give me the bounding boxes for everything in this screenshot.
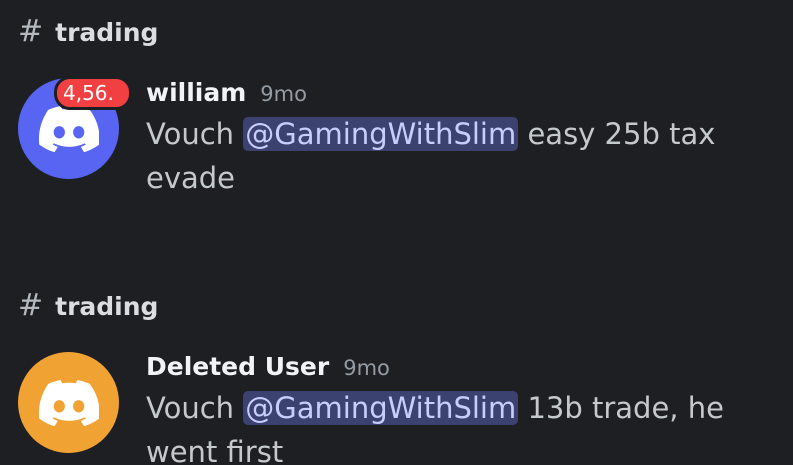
message-text-prefix: Vouch <box>146 391 244 425</box>
message-body: william 9mo Vouch @GamingWithSlim easy 2… <box>146 78 766 200</box>
user-mention[interactable]: @GamingWithSlim <box>243 391 519 425</box>
message-text: Vouch @GamingWithSlim 13b trade, he went… <box>146 386 766 465</box>
username[interactable]: william <box>146 78 246 107</box>
channel-header[interactable]: # trading <box>18 12 158 52</box>
user-mention[interactable]: @GamingWithSlim <box>243 117 519 151</box>
message-header: Deleted User 9mo <box>146 352 766 386</box>
hashtag-icon: # <box>18 14 44 49</box>
timestamp: 9mo <box>260 82 307 106</box>
discord-logo-icon <box>38 105 99 152</box>
avatar[interactable] <box>18 352 119 453</box>
channel-name: trading <box>55 291 159 321</box>
discord-logo-icon <box>38 379 99 426</box>
chat-view: # trading 4,56. william 9mo Vouch @Gamin… <box>0 0 793 465</box>
channel-name: trading <box>55 17 159 47</box>
avatar[interactable]: 4,56. <box>18 76 132 179</box>
username[interactable]: Deleted User <box>146 352 329 381</box>
message-text: Vouch @GamingWithSlim easy 25b tax evade <box>146 112 766 200</box>
hashtag-icon: # <box>18 288 44 323</box>
timestamp: 9mo <box>343 356 390 380</box>
message-body: Deleted User 9mo Vouch @GamingWithSlim 1… <box>146 352 766 465</box>
channel-header[interactable]: # trading <box>18 286 158 326</box>
mention-count-badge: 4,56. <box>54 76 132 110</box>
message-text-prefix: Vouch <box>146 117 244 151</box>
message-header: william 9mo <box>146 78 766 112</box>
